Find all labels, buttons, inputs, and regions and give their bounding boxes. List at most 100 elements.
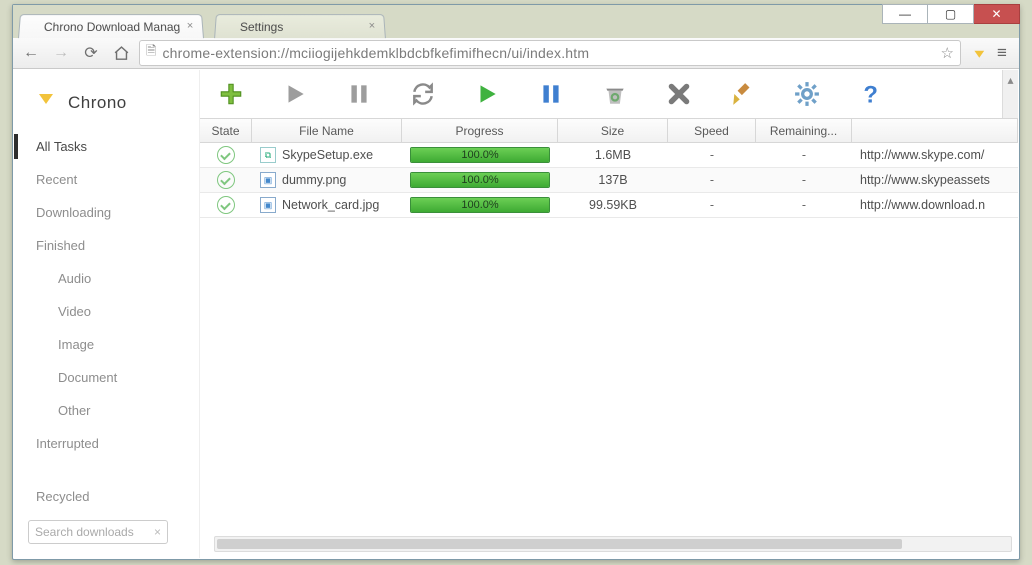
exe-file-icon: ⧉ — [260, 147, 276, 163]
speed-cell: - — [668, 198, 756, 212]
sidebar-item-video[interactable]: Video — [14, 295, 199, 328]
image-file-icon: ▣ — [260, 172, 276, 188]
col-file[interactable]: File Name — [252, 119, 402, 142]
window-controls: — ▢ ✕ — [882, 4, 1020, 24]
sidebar-item-audio[interactable]: Audio — [14, 262, 199, 295]
search-input[interactable]: Search downloads × — [28, 520, 168, 544]
forward-button[interactable]: → — [49, 40, 73, 66]
tab-chrono[interactable]: Chrono Download Manag × — [18, 14, 204, 38]
complete-check-icon — [217, 196, 235, 214]
remaining-cell: - — [756, 173, 852, 187]
progress-bar: 100.0% — [410, 172, 550, 188]
recycle-button[interactable] — [600, 79, 630, 109]
sidebar-item-interrupted[interactable]: Interrupted — [14, 427, 199, 460]
close-window-button[interactable]: ✕ — [974, 4, 1020, 24]
app-logo: Chrono — [14, 86, 199, 130]
progress-cell: 100.0% — [402, 197, 558, 213]
help-button[interactable]: ? — [856, 79, 886, 109]
clear-search-icon[interactable]: × — [154, 525, 161, 539]
sidebar-item-document[interactable]: Document — [14, 361, 199, 394]
restart-button[interactable] — [408, 79, 438, 109]
remaining-cell: - — [756, 148, 852, 162]
pause-button[interactable] — [344, 79, 374, 109]
sidebar-item-finished[interactable]: Finished — [14, 229, 199, 262]
settings-button[interactable] — [792, 79, 822, 109]
file-cell: ▣ Network_card.jpg — [252, 197, 402, 213]
file-cell: ▣ dummy.png — [252, 172, 402, 188]
tab-title: Settings — [240, 20, 284, 34]
search-placeholder: Search downloads — [35, 525, 134, 539]
progress-cell: 100.0% — [402, 147, 558, 163]
file-name: dummy.png — [282, 173, 346, 187]
url-cell: http://www.download.n — [852, 198, 1018, 212]
col-state[interactable]: State — [200, 119, 252, 142]
col-url[interactable] — [852, 119, 1018, 142]
col-size[interactable]: Size — [558, 119, 668, 142]
state-cell — [200, 146, 252, 164]
browser-menu-button[interactable]: ≡ — [991, 43, 1013, 63]
sidebar: Chrono All TasksRecentDownloadingFinishe… — [14, 70, 200, 558]
sidebar-item-all-tasks[interactable]: All Tasks — [14, 130, 199, 163]
chrono-logo-icon — [34, 90, 60, 116]
table-row[interactable]: ⧉SkypeSetup.exe100.0%1.6MB--http://www.s… — [200, 143, 1018, 168]
tab-settings[interactable]: Settings × — [214, 14, 386, 38]
svg-text:?: ? — [863, 82, 878, 107]
sidebar-item-image[interactable]: Image — [14, 328, 199, 361]
sidebar-item-downloading[interactable]: Downloading — [14, 196, 199, 229]
home-button[interactable] — [109, 40, 133, 66]
progress-bar: 100.0% — [410, 147, 550, 163]
vertical-scrollbar[interactable]: ▴ — [1002, 70, 1018, 118]
chrono-extension-icon[interactable] — [967, 44, 985, 62]
image-file-icon: ▣ — [260, 197, 276, 213]
file-cell: ⧉ SkypeSetup.exe — [252, 147, 402, 163]
main-panel: ? ▴ State File Name Progress Size Speed … — [200, 70, 1018, 558]
close-tab-icon[interactable]: × — [184, 20, 197, 32]
remaining-cell: - — [756, 198, 852, 212]
delete-button[interactable] — [664, 79, 694, 109]
col-speed[interactable]: Speed — [668, 119, 756, 142]
url-text: chrome-extension://mciiogijehkdemklbdcbf… — [162, 45, 934, 61]
chrome-favicon-icon — [25, 19, 42, 35]
speed-cell: - — [668, 148, 756, 162]
col-remaining[interactable]: Remaining... — [756, 119, 852, 142]
close-tab-icon[interactable]: × — [366, 20, 379, 32]
state-cell — [200, 171, 252, 189]
complete-check-icon — [217, 171, 235, 189]
table-header: State File Name Progress Size Speed Rema… — [200, 119, 1018, 143]
start-button[interactable] — [280, 79, 310, 109]
pause-all-button[interactable] — [536, 79, 566, 109]
col-progress[interactable]: Progress — [402, 119, 558, 142]
back-button[interactable]: ← — [19, 40, 43, 66]
start-all-button[interactable] — [472, 79, 502, 109]
sweep-button[interactable] — [728, 79, 758, 109]
page-icon: 🗎 — [146, 42, 156, 64]
nav-toolbar: ← → ⟳ 🗎 chrome-extension://mciiogijehkde… — [13, 38, 1019, 69]
progress-cell: 100.0% — [402, 172, 558, 188]
table-body: ⧉SkypeSetup.exe100.0%1.6MB--http://www.s… — [200, 143, 1018, 218]
complete-check-icon — [217, 146, 235, 164]
reload-button[interactable]: ⟳ — [79, 40, 103, 66]
file-name: SkypeSetup.exe — [282, 148, 373, 162]
size-cell: 1.6MB — [558, 148, 668, 162]
maximize-button[interactable]: ▢ — [928, 4, 974, 24]
bookmark-star-icon[interactable]: ☆ — [941, 44, 954, 62]
sidebar-item-recycled[interactable]: Recycled — [14, 480, 199, 513]
tab-strip: Chrono Download Manag × Settings × — [13, 5, 1019, 38]
sidebar-item-recent[interactable]: Recent — [14, 163, 199, 196]
table-row[interactable]: ▣Network_card.jpg100.0%99.59KB--http://w… — [200, 193, 1018, 218]
state-cell — [200, 196, 252, 214]
app-content: Chrono All TasksRecentDownloadingFinishe… — [14, 70, 1018, 558]
progress-bar: 100.0% — [410, 197, 550, 213]
sidebar-item-other[interactable]: Other — [14, 394, 199, 427]
size-cell: 137B — [558, 173, 668, 187]
add-button[interactable] — [216, 79, 246, 109]
address-bar[interactable]: 🗎 chrome-extension://mciiogijehkdemklbdc… — [139, 40, 961, 66]
file-name: Network_card.jpg — [282, 198, 379, 212]
browser-window: — ▢ ✕ Chrono Download Manag × Settings ×… — [12, 4, 1020, 560]
table-row[interactable]: ▣dummy.png100.0%137B--http://www.skypeas… — [200, 168, 1018, 193]
tab-title: Chrono Download Manag — [44, 20, 181, 34]
minimize-button[interactable]: — — [882, 4, 928, 24]
size-cell: 99.59KB — [558, 198, 668, 212]
gear-favicon-icon — [221, 19, 238, 35]
horizontal-scrollbar[interactable] — [214, 536, 1012, 552]
